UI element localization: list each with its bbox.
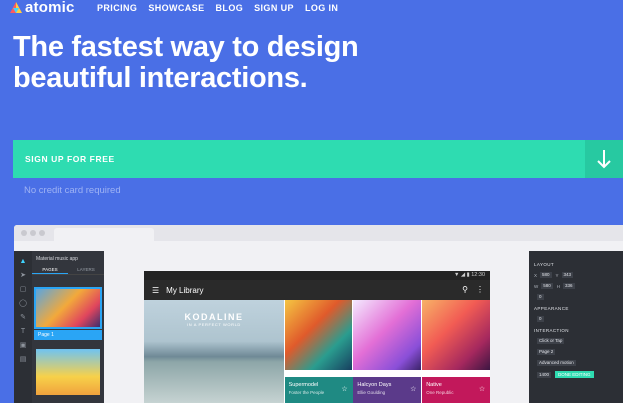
toolbar-actions: ⚲ ⋮	[454, 285, 484, 294]
phone-status-bar: ▼ ◢ ▮ 12:30	[144, 271, 490, 280]
width-field[interactable]: 580	[541, 283, 553, 289]
nav-link-pricing[interactable]: PRICING	[97, 3, 137, 13]
window-dot	[39, 230, 45, 236]
motion-row: Advanced motion	[534, 360, 618, 366]
featured-album-title: KODALINE	[184, 312, 244, 322]
app-preview-window: ▲ ➤ ▢ ◯ ✎ T ▣ ▤ Material music app PAGES…	[14, 225, 623, 403]
star-icon[interactable]: ☆	[410, 385, 416, 393]
project-name: Material music app	[36, 256, 78, 262]
motion-select[interactable]: Advanced motion	[537, 360, 576, 366]
goto-select[interactable]: Page 2	[537, 349, 556, 355]
appearance-heading: APPEARANCE	[534, 306, 569, 311]
sign-up-cta[interactable]: SIGN UP FOR FREE	[13, 140, 623, 178]
panel-tabs: PAGES LAYERS	[32, 266, 104, 275]
window-titlebar	[14, 225, 623, 241]
hero-title: The fastest way to design beautiful inte…	[13, 32, 393, 94]
layout-heading: LAYOUT	[534, 262, 555, 267]
page-thumbnail-1[interactable]	[34, 287, 102, 329]
pages-panel: Material music app PAGES LAYERS Page 1	[32, 251, 104, 403]
brand-name: atomic	[25, 0, 75, 16]
nav-link-showcase[interactable]: SHOWCASE	[148, 3, 204, 13]
logo[interactable]: atomic	[10, 0, 75, 16]
nav-links: PRICING SHOWCASE BLOG SIGN UP LOG IN	[97, 3, 349, 13]
featured-album-card[interactable]: KODALINE IN A PERFECT WORLD	[144, 300, 284, 403]
browser-tab	[54, 228, 154, 241]
album-art	[284, 300, 353, 370]
trigger-select[interactable]: Click or Tap	[537, 338, 565, 344]
rectangle-tool-icon[interactable]: ▢	[14, 286, 32, 293]
more-vert-icon[interactable]: ⋮	[476, 285, 484, 294]
pen-tool-icon[interactable]: ✎	[14, 314, 32, 321]
album-card[interactable]: Native One Republic ☆	[422, 300, 491, 403]
tab-layers[interactable]: LAYERS	[68, 266, 104, 274]
radius-row: 0	[534, 316, 618, 322]
status-time: 12:30	[471, 272, 485, 278]
duration-field[interactable]: 1400	[537, 371, 552, 378]
image-tool-icon[interactable]: ▣	[14, 342, 32, 349]
text-tool-icon[interactable]: T	[14, 328, 32, 335]
window-dot	[30, 230, 36, 236]
trigger-row: Click or Tap	[534, 338, 618, 344]
library-title: My Library	[166, 285, 204, 295]
phone-canvas[interactable]: ▼ ◢ ▮ 12:30 ☰ My Library ⚲ ⋮ KODALINE IN…	[144, 271, 491, 403]
size-row: W 580 H 336	[534, 283, 575, 289]
no-credit-card-note: No credit card required	[24, 185, 121, 196]
album-meta: Halcyon Days Ellie Goulding ☆	[353, 377, 422, 403]
interaction-heading: INTERACTION	[534, 328, 569, 333]
nav-link-sign-up[interactable]: SIGN UP	[254, 3, 294, 13]
pointer-tool-icon[interactable]: ➤	[14, 272, 32, 279]
done-editing-button[interactable]: DONE EDITING	[555, 371, 594, 378]
rotate-row: 0	[534, 294, 618, 300]
album-card[interactable]: Supermodel Foster the People ☆	[284, 300, 353, 403]
position-row: X 580 Y 343	[534, 272, 574, 278]
ellipse-tool-icon[interactable]: ◯	[14, 300, 32, 307]
hero-title-line-1: The fastest way to design	[13, 31, 359, 63]
rotate-field[interactable]: 0	[537, 294, 544, 300]
nav-link-log-in[interactable]: LOG IN	[305, 3, 338, 13]
page-thumbnail-2[interactable]	[36, 349, 100, 395]
album-art	[353, 300, 422, 370]
goto-row: Page 2	[534, 349, 618, 355]
album-meta: Supermodel Foster the People ☆	[284, 377, 353, 403]
cta-label: SIGN UP FOR FREE	[25, 154, 115, 164]
album-art	[422, 300, 490, 370]
phone-toolbar: ☰ My Library ⚲ ⋮	[144, 280, 490, 300]
album-meta: Native One Republic ☆	[422, 377, 491, 403]
duration-row: 1400 DONE EDITING	[534, 371, 618, 378]
page-thumbnail-label: Page 1	[34, 330, 102, 340]
window-dot	[21, 230, 27, 236]
hero-title-line-2: beautiful interactions.	[13, 62, 308, 94]
radius-field[interactable]: 0	[537, 316, 544, 322]
nav-link-blog[interactable]: BLOG	[216, 3, 244, 13]
hamburger-menu-icon[interactable]: ☰	[152, 286, 159, 295]
x-field[interactable]: 580	[540, 272, 552, 278]
tab-pages[interactable]: PAGES	[32, 266, 68, 274]
properties-panel: LAYOUT X 580 Y 343 W 580 H 336 0 APPEARANCE …	[529, 251, 623, 403]
atomic-logo-icon: ▲	[19, 258, 27, 265]
featured-album-subtitle: IN A PERFECT WORLD	[187, 322, 241, 327]
search-icon[interactable]: ⚲	[462, 285, 468, 294]
album-grid: KODALINE IN A PERFECT WORLD Supermodel F…	[144, 300, 491, 403]
album-card[interactable]: Halcyon Days Ellie Goulding ☆	[353, 300, 422, 403]
arrow-down-icon[interactable]	[585, 140, 623, 178]
y-field[interactable]: 343	[561, 272, 574, 278]
star-icon[interactable]: ☆	[479, 385, 485, 393]
star-icon[interactable]: ☆	[341, 385, 347, 393]
atomic-logo-icon	[10, 1, 22, 13]
height-field[interactable]: 336	[563, 283, 575, 289]
tool-sidebar: ▲ ➤ ▢ ◯ ✎ T ▣ ▤	[14, 251, 32, 403]
component-tool-icon[interactable]: ▤	[14, 356, 32, 363]
